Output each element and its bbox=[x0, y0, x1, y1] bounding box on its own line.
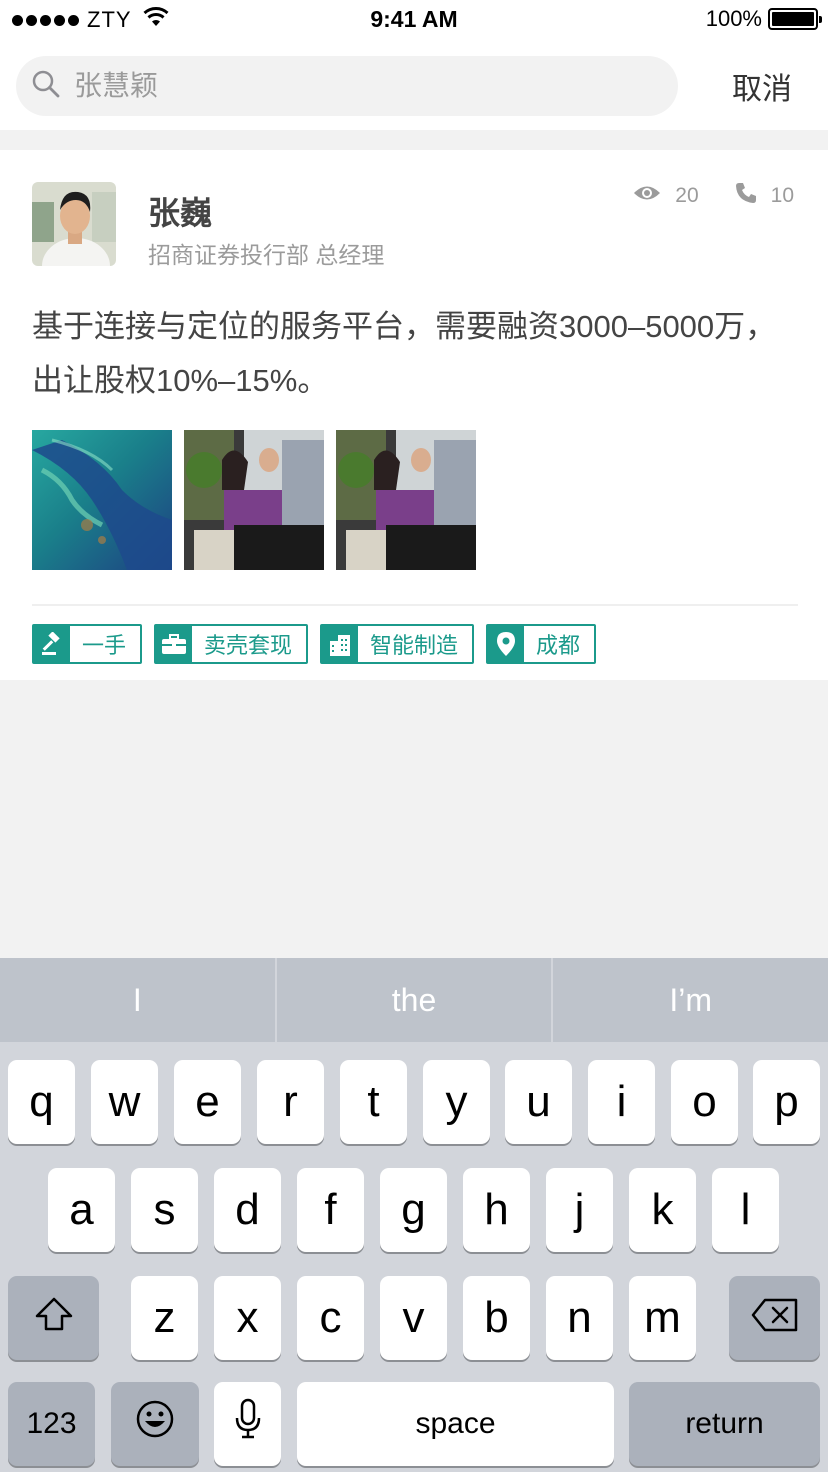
key-g[interactable]: g bbox=[380, 1168, 447, 1252]
battery-percent: 100% bbox=[705, 6, 762, 31]
shift-key[interactable] bbox=[8, 1276, 99, 1360]
space-key[interactable]: space bbox=[297, 1382, 614, 1466]
key-f[interactable]: f bbox=[297, 1168, 364, 1252]
key-w[interactable]: w bbox=[91, 1060, 158, 1144]
result-card[interactable]: 张巍 招商证券投行部 总经理 20 10 基于连接与定位的服务平台，需要融资30… bbox=[0, 150, 828, 680]
key-a[interactable]: a bbox=[48, 1168, 115, 1252]
status-time: 9:41 AM bbox=[370, 6, 458, 32]
key-q[interactable]: q bbox=[8, 1060, 75, 1144]
divider bbox=[32, 604, 798, 606]
building-icon bbox=[322, 626, 359, 662]
numbers-key[interactable]: 123 bbox=[8, 1382, 95, 1466]
prediction-bar: I the I’m bbox=[0, 958, 828, 1042]
briefcase-icon bbox=[156, 626, 193, 662]
location-pin-icon bbox=[488, 626, 525, 662]
key-t[interactable]: t bbox=[340, 1060, 407, 1144]
phone-icon bbox=[735, 182, 757, 210]
person-name: 张巍 bbox=[148, 195, 213, 231]
tag-label: 一手 bbox=[82, 633, 127, 658]
tag-label: 智能制造 bbox=[370, 633, 459, 658]
key-o[interactable]: o bbox=[671, 1060, 738, 1144]
emoji-icon bbox=[135, 1399, 175, 1450]
views-count: 20 bbox=[675, 184, 699, 207]
gavel-icon bbox=[34, 626, 70, 662]
key-r[interactable]: r bbox=[257, 1060, 324, 1144]
eye-icon bbox=[633, 184, 661, 208]
tag-shell-sale[interactable]: 卖壳套现 bbox=[154, 624, 309, 664]
tag-location[interactable]: 成都 bbox=[486, 624, 597, 664]
key-b[interactable]: b bbox=[463, 1276, 530, 1360]
key-c[interactable]: c bbox=[297, 1276, 364, 1360]
backspace-icon bbox=[751, 1293, 799, 1343]
avatar[interactable] bbox=[32, 182, 116, 266]
emoji-key[interactable] bbox=[111, 1382, 199, 1466]
project-description: 基于连接与定位的服务平台，需要融资3000–5000万，出让股权10%–15%。 bbox=[32, 309, 777, 398]
gallery-image-office-1[interactable] bbox=[184, 430, 324, 570]
key-n[interactable]: n bbox=[546, 1276, 613, 1360]
gallery-image-ocean[interactable] bbox=[32, 430, 172, 570]
prediction-3[interactable]: I’m bbox=[551, 958, 828, 1042]
status-bar: ZTY 9:41 AM 100% bbox=[0, 0, 828, 40]
keyboard: I the I’m q w e r t y u i o p a s d f g … bbox=[0, 958, 828, 1472]
gallery-image-office-2[interactable] bbox=[336, 430, 476, 570]
cancel-button[interactable]: 取消 bbox=[700, 64, 824, 108]
microphone-icon bbox=[234, 1398, 262, 1451]
shift-icon bbox=[34, 1293, 74, 1343]
key-x[interactable]: x bbox=[214, 1276, 281, 1360]
tag-first-hand[interactable]: 一手 bbox=[32, 624, 143, 664]
prediction-2[interactable]: the bbox=[274, 958, 552, 1042]
key-j[interactable]: j bbox=[546, 1168, 613, 1252]
battery-icon bbox=[768, 8, 822, 30]
tag-smart-manufacturing[interactable]: 智能制造 bbox=[320, 624, 475, 664]
search-input[interactable] bbox=[74, 70, 634, 102]
key-y[interactable]: y bbox=[423, 1060, 490, 1144]
search-icon bbox=[32, 70, 60, 103]
key-m[interactable]: m bbox=[629, 1276, 696, 1360]
views-stat: 20 bbox=[633, 184, 699, 208]
key-z[interactable]: z bbox=[131, 1276, 198, 1360]
status-right: 100% bbox=[705, 6, 822, 32]
person-title: 招商证券投行部 总经理 bbox=[148, 242, 385, 268]
image-gallery bbox=[32, 430, 488, 570]
key-e[interactable]: e bbox=[174, 1060, 241, 1144]
key-k[interactable]: k bbox=[629, 1168, 696, 1252]
key-d[interactable]: d bbox=[214, 1168, 281, 1252]
calls-count: 10 bbox=[770, 184, 794, 207]
key-i[interactable]: i bbox=[588, 1060, 655, 1144]
stats: 20 10 bbox=[633, 182, 794, 210]
key-l[interactable]: l bbox=[712, 1168, 779, 1252]
search-field[interactable] bbox=[16, 56, 678, 116]
key-u[interactable]: u bbox=[505, 1060, 572, 1144]
calls-stat: 10 bbox=[735, 182, 794, 210]
tag-list: 一手 卖壳套现 智能制造 成都 bbox=[32, 624, 608, 664]
tag-label: 成都 bbox=[536, 633, 581, 658]
prediction-1[interactable]: I bbox=[0, 958, 275, 1042]
key-v[interactable]: v bbox=[380, 1276, 447, 1360]
tag-label: 卖壳套现 bbox=[204, 633, 293, 658]
search-bar: 取消 bbox=[0, 40, 828, 130]
key-p[interactable]: p bbox=[753, 1060, 820, 1144]
return-key[interactable]: return bbox=[629, 1382, 820, 1466]
delete-key[interactable] bbox=[729, 1276, 820, 1360]
key-h[interactable]: h bbox=[463, 1168, 530, 1252]
key-s[interactable]: s bbox=[131, 1168, 198, 1252]
dictation-key[interactable] bbox=[214, 1382, 281, 1466]
